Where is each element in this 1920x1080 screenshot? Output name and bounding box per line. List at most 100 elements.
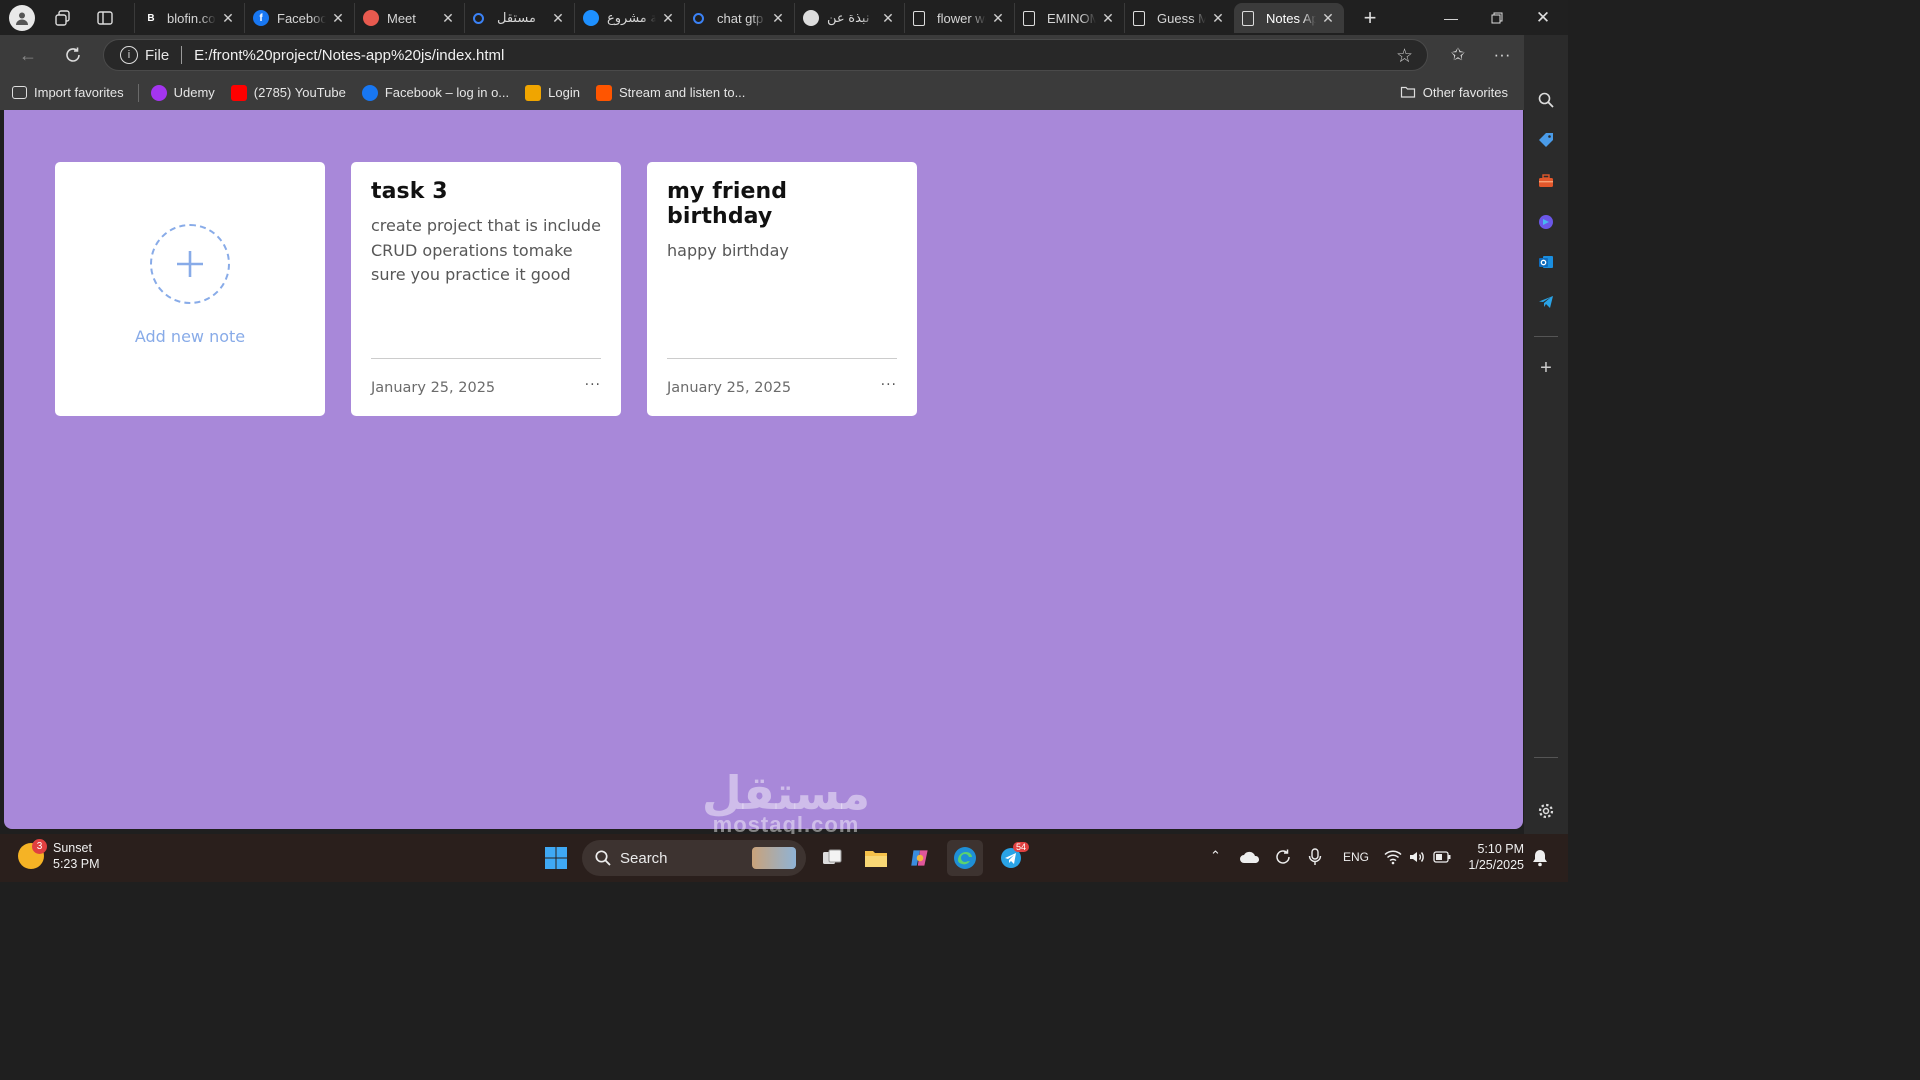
note-footer: January 25, 2025 ···: [371, 358, 601, 416]
start-button[interactable]: [538, 840, 574, 876]
sidebar-games-button[interactable]: [1534, 210, 1558, 234]
page-icon: [1133, 10, 1145, 26]
close-icon[interactable]: ✕: [660, 10, 676, 27]
sidebar-telegram-button[interactable]: [1534, 290, 1558, 314]
weather-widget[interactable]: 3 Sunset 5:23 PM: [18, 839, 100, 872]
sync-icon[interactable]: [1274, 848, 1292, 866]
favorite-link[interactable]: Import favorites: [4, 80, 132, 106]
sidebar-divider: [1534, 757, 1558, 758]
close-icon[interactable]: ✕: [770, 10, 786, 27]
wifi-icon[interactable]: [1384, 849, 1402, 865]
profile-avatar[interactable]: [9, 4, 35, 31]
tab-title: Meet: [387, 10, 416, 26]
note-date: January 25, 2025: [371, 379, 496, 396]
other-favorites-folder[interactable]: Other favorites: [1392, 79, 1516, 105]
facebook-icon: f: [253, 10, 269, 26]
info-icon[interactable]: i: [120, 46, 138, 64]
browser-tab[interactable]: Meet ✕: [354, 3, 464, 33]
close-icon[interactable]: ✕: [550, 10, 566, 27]
close-icon[interactable]: ✕: [1320, 10, 1336, 27]
close-icon[interactable]: ✕: [880, 10, 896, 27]
sidebar-settings-button[interactable]: [1534, 799, 1558, 823]
browser-tab[interactable]: إضافة مشروع ✕: [574, 3, 684, 33]
windows-icon: [545, 847, 567, 869]
language-indicator[interactable]: ENG: [1343, 850, 1369, 864]
browser-tab[interactable]: flower website✕: [904, 3, 1014, 33]
sidebar-add-button[interactable]: +: [1534, 356, 1558, 380]
add-note-circle[interactable]: [150, 224, 230, 304]
sidebar-divider: [1534, 336, 1558, 337]
browser-tab[interactable]: Guess My Number✕: [1124, 3, 1234, 33]
copilot-icon: [911, 850, 928, 866]
close-icon[interactable]: ✕: [1100, 10, 1116, 27]
close-icon[interactable]: ✕: [330, 10, 346, 27]
other-favorites-label: Other favorites: [1422, 84, 1508, 100]
sidebar-outlook-button[interactable]: [1534, 250, 1558, 274]
back-button[interactable]: ←: [14, 41, 42, 69]
minimize-icon: —: [1444, 9, 1458, 26]
browser-tab[interactable]: Notes App✕: [1234, 3, 1344, 33]
search-icon: [473, 12, 484, 24]
add-note-card[interactable]: Add new note: [55, 162, 325, 416]
task-view-button[interactable]: [814, 840, 850, 876]
workspaces-button[interactable]: [49, 4, 77, 32]
new-tab-button[interactable]: +: [1358, 5, 1382, 30]
favorites-button[interactable]: ✩: [1443, 41, 1473, 69]
vertical-tabs-button[interactable]: [91, 4, 119, 32]
favorite-link[interactable]: Login: [517, 80, 588, 106]
taskbar-search[interactable]: Search: [582, 840, 806, 876]
favorite-link[interactable]: Udemy: [143, 80, 223, 106]
favorite-link[interactable]: (2785) YouTube: [223, 80, 354, 106]
address-scheme: File: [145, 46, 170, 64]
file-explorer-button[interactable]: [858, 840, 894, 876]
address-bar[interactable]: i File E:/front%20project/Notes-app%20js…: [103, 39, 1428, 71]
volume-icon[interactable]: [1408, 849, 1426, 865]
restore-button[interactable]: [1474, 0, 1520, 35]
copilot-app-button[interactable]: [902, 840, 938, 876]
browser-tab[interactable]: نبذة عن ✕: [794, 3, 904, 33]
games-icon: [1539, 215, 1553, 229]
favorites-list: Import favorites Udemy (2785) YouTube Faceb…: [4, 80, 753, 106]
browser-tab[interactable]: f Facebook✕: [244, 3, 354, 33]
sidebar-tools-button[interactable]: [1534, 169, 1558, 193]
add-note-label[interactable]: Add new note: [135, 327, 245, 346]
page-icon: [1023, 10, 1035, 26]
windows-taskbar: 3 Sunset 5:23 PM Search 54 ⌃ ENG 5:10 PM…: [0, 834, 1568, 882]
note-menu-icon[interactable]: ···: [585, 377, 601, 393]
notification-bell-icon[interactable]: [1532, 849, 1548, 867]
favorite-star-icon[interactable]: ☆: [1396, 45, 1413, 68]
close-icon[interactable]: ✕: [1210, 10, 1226, 27]
battery-icon[interactable]: [1433, 851, 1451, 863]
edge-app-button[interactable]: [947, 840, 983, 876]
refresh-icon: [66, 47, 80, 62]
note-menu-icon[interactable]: ···: [881, 377, 897, 393]
sidebar-shopping-button[interactable]: [1534, 128, 1558, 152]
favorite-link[interactable]: Stream and listen to...: [588, 80, 753, 106]
close-icon[interactable]: ✕: [220, 10, 236, 27]
onedrive-icon[interactable]: [1240, 850, 1260, 864]
favorite-link[interactable]: Facebook – log in o...: [354, 80, 517, 106]
browser-tab[interactable]: مستقل ✕: [464, 3, 574, 33]
sidebar-search-button[interactable]: [1534, 88, 1558, 112]
favorites-divider: [137, 83, 139, 102]
browser-tab[interactable]: Bblofin.com✕: [134, 3, 244, 33]
settings-more-button[interactable]: ···: [1487, 41, 1517, 69]
minimize-button[interactable]: —: [1428, 0, 1474, 35]
browser-tab[interactable]: EMINOM ✕: [1014, 3, 1124, 33]
address-url[interactable]: E:/front%20project/Notes-app%20js/index.…: [194, 47, 504, 64]
close-icon[interactable]: ✕: [440, 10, 456, 27]
toolbox-icon: [1539, 174, 1553, 187]
microphone-icon[interactable]: [1308, 848, 1322, 866]
send-icon: [1539, 296, 1553, 308]
browser-tab[interactable]: chat gtp ✕: [684, 3, 794, 33]
page-icon: [1242, 10, 1254, 26]
refresh-button[interactable]: [59, 41, 87, 69]
tab-title: إضافة مشروع: [607, 10, 656, 25]
telegram-app-button[interactable]: 54: [993, 840, 1030, 876]
close-icon[interactable]: ✕: [990, 10, 1006, 27]
tray-overflow-icon[interactable]: ⌃: [1210, 848, 1221, 864]
tab-title: flower website: [937, 10, 986, 26]
arrow-left-icon: ←: [19, 44, 37, 65]
system-clock[interactable]: 5:10 PM 1/25/2025: [1462, 841, 1524, 873]
close-window-button[interactable]: ✕: [1520, 0, 1566, 35]
